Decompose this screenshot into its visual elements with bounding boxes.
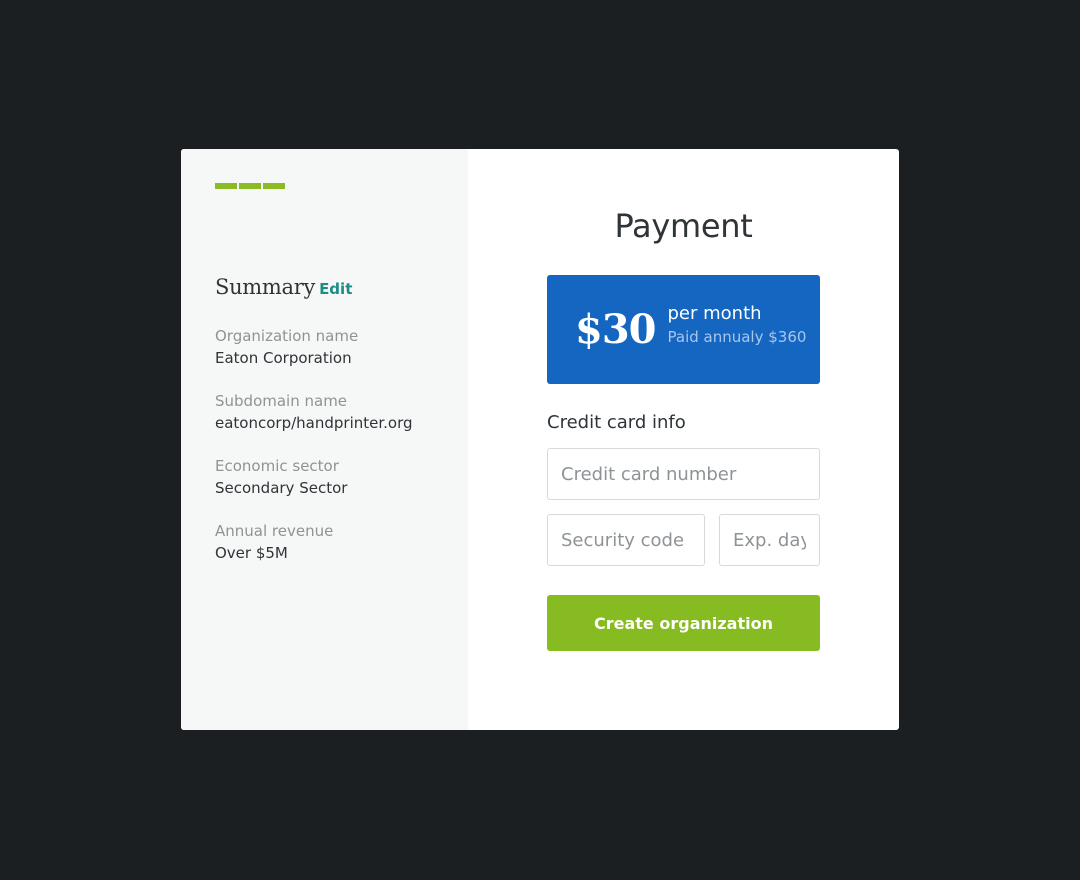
summary-field-organization: Organization name Eaton Corporation [215,325,413,369]
price-details: per month Paid annualy $360 [668,302,807,348]
price-amount: $30 [575,306,656,353]
progress-step-2 [239,183,261,189]
credit-card-section-label: Credit card info [547,412,686,433]
summary-fields: Organization name Eaton Corporation Subd… [215,325,413,585]
field-value: Eaton Corporation [215,349,352,367]
price-card: $30 per month Paid annualy $360 [547,275,820,384]
field-value: Secondary Sector [215,479,348,497]
field-value: eatoncorp/handprinter.org [215,414,413,432]
field-value: Over $5M [215,544,288,562]
field-label: Annual revenue [215,522,334,540]
create-organization-button[interactable]: Create organization [547,595,820,651]
summary-title: Summary [215,275,316,299]
page-title: Payment [614,207,753,245]
progress-step-3 [263,183,285,189]
security-code-input[interactable] [547,514,705,566]
edit-summary-link[interactable]: Edit [319,280,352,298]
summary-field-revenue: Annual revenue Over $5M [215,520,413,564]
payment-panel: Payment $30 per month Paid annualy $360 … [468,149,899,730]
field-label: Organization name [215,327,359,345]
summary-header: Summary Edit [215,275,352,299]
summary-panel: Summary Edit Organization name Eaton Cor… [181,149,468,730]
progress-indicator [215,183,285,189]
price-period: per month [667,302,762,324]
expiration-day-input[interactable] [719,514,820,566]
summary-field-sector: Economic sector Secondary Sector [215,455,413,499]
summary-field-subdomain: Subdomain name eatoncorp/handprinter.org [215,390,413,434]
field-label: Economic sector [215,457,339,475]
credit-card-number-input[interactable] [547,448,820,500]
payment-dialog: Summary Edit Organization name Eaton Cor… [181,149,899,730]
progress-step-1 [215,183,237,189]
field-label: Subdomain name [215,392,348,410]
price-annual-note: Paid annualy $360 [667,327,807,346]
